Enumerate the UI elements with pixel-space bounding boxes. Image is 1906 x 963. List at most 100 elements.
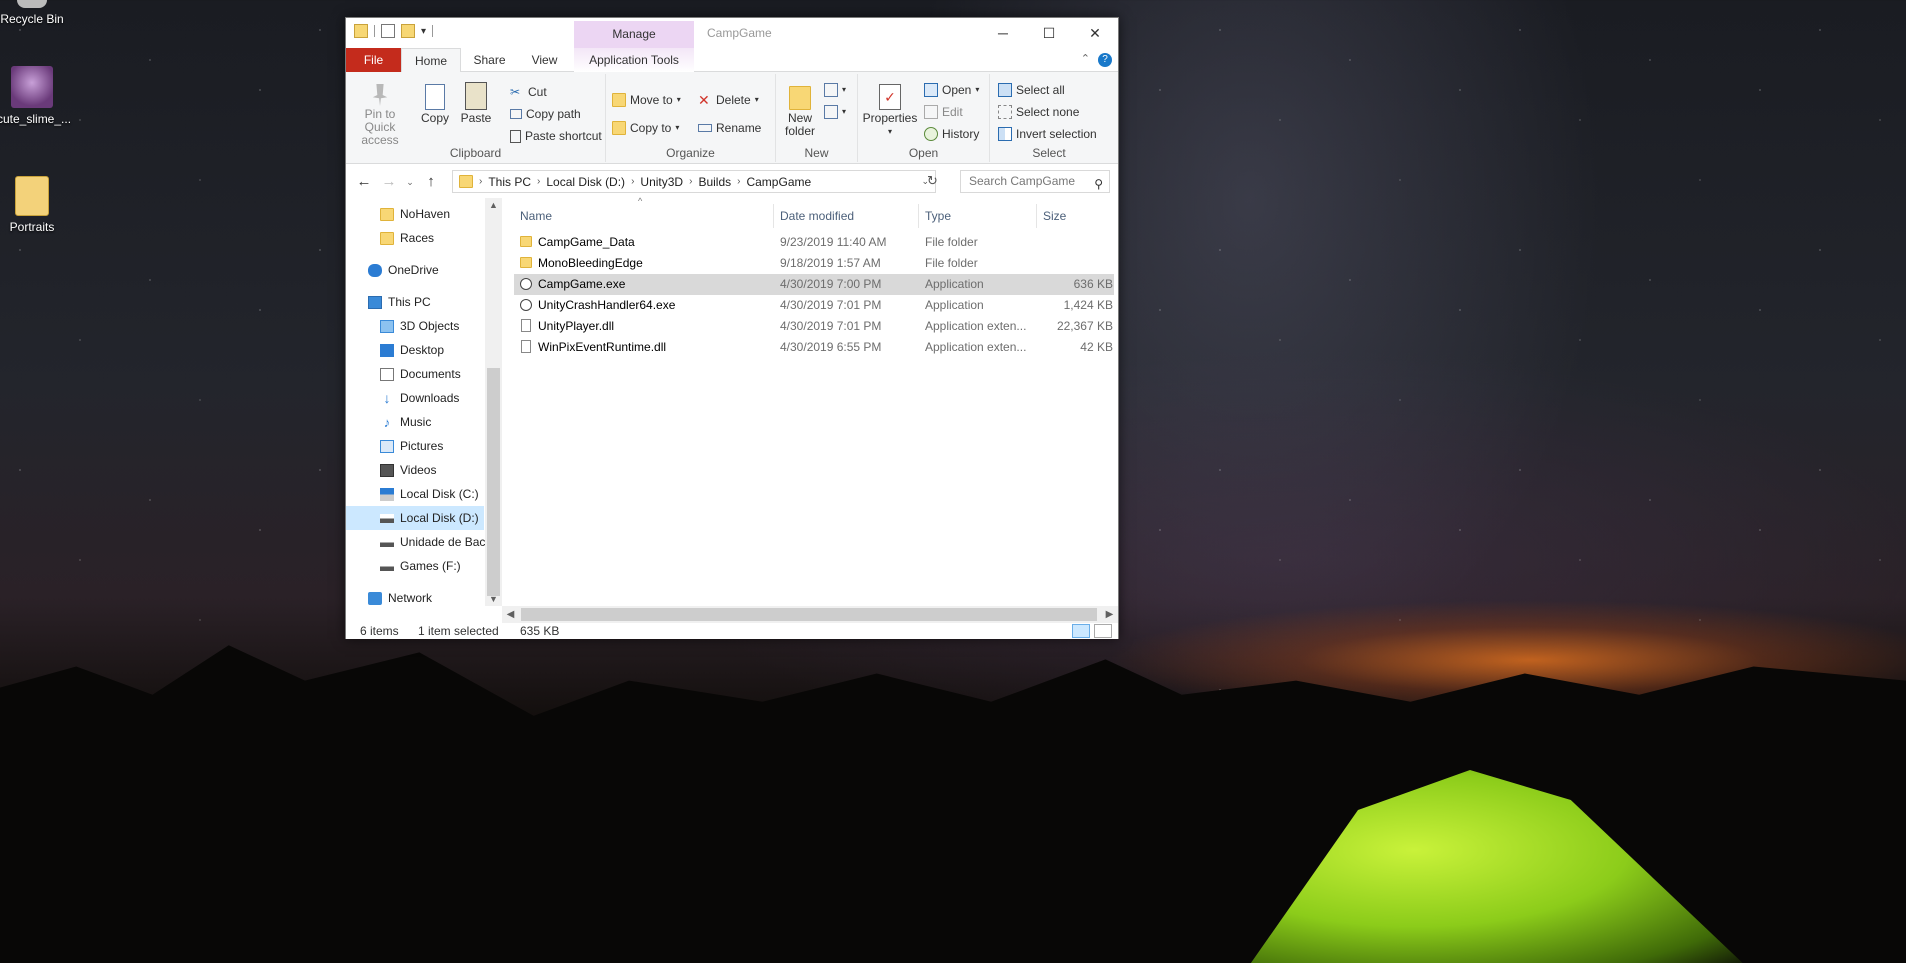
delete-button[interactable]: ✕ Delete ▾	[698, 90, 759, 110]
properties-icon[interactable]	[381, 24, 395, 38]
address-bar[interactable]: › This PC › Local Disk (D:) › Unity3D › …	[452, 170, 936, 193]
nav-item-3d-objects[interactable]: 3D Objects	[380, 314, 459, 338]
scroll-down-icon[interactable]: ▼	[485, 594, 502, 604]
file-row[interactable]: CampGame_Data 9/23/2019 11:40 AM File fo…	[514, 232, 1114, 253]
nav-item-label: Music	[400, 415, 432, 429]
copy-button[interactable]: Copy	[418, 78, 452, 125]
invert-selection-button[interactable]: Invert selection	[998, 124, 1097, 144]
copy-path-button[interactable]: Copy path	[510, 104, 581, 124]
select-none-icon	[998, 105, 1012, 119]
breadcrumb-builds[interactable]: Builds	[698, 175, 731, 189]
paste-button[interactable]: Paste	[458, 78, 494, 125]
nav-item-local-disk-c[interactable]: Local Disk (C:)	[380, 482, 479, 506]
nav-item-music[interactable]: ♪ Music	[380, 410, 432, 434]
properties-button[interactable]: ✓ Properties ▾	[862, 78, 918, 138]
pin-to-quick-access-button[interactable]: Pin to Quick access	[350, 78, 410, 147]
nav-item-downloads[interactable]: ↓ Downloads	[380, 386, 460, 410]
history-button[interactable]: History	[924, 124, 979, 144]
new-item-button[interactable]: ▾	[824, 80, 846, 100]
file-row[interactable]: MonoBleedingEdge 9/18/2019 1:57 AM File …	[514, 253, 1114, 274]
title-bar[interactable]: ▾ Manage CampGame ─ ☐ ✕	[346, 18, 1118, 48]
file-list[interactable]: ^ Name Date modified Type Size CampGame_…	[502, 196, 1118, 606]
up-arrow-icon[interactable]: ↑	[421, 172, 441, 192]
cut-button[interactable]: ✂ Cut	[510, 82, 547, 102]
column-header-name[interactable]: Name	[514, 204, 774, 228]
breadcrumb-unity3d[interactable]: Unity3D	[640, 175, 683, 189]
scroll-up-icon[interactable]: ▲	[485, 200, 502, 210]
nav-item-pictures[interactable]: Pictures	[380, 434, 443, 458]
folder-icon	[354, 24, 368, 38]
breadcrumb-campgame[interactable]: CampGame	[746, 175, 811, 189]
customize-toolbar-icon[interactable]: ▾	[421, 26, 426, 37]
select-all-button[interactable]: Select all	[998, 80, 1065, 100]
refresh-icon[interactable]: ↻	[927, 173, 938, 189]
nav-item-label: Races	[400, 231, 435, 245]
nav-item-this-pc[interactable]: This PC	[368, 290, 431, 314]
open-button[interactable]: Open ▾	[924, 80, 979, 100]
help-icon[interactable]: ?	[1098, 53, 1112, 67]
column-header-date-modified[interactable]: Date modified	[774, 204, 919, 228]
column-header-size[interactable]: Size	[1037, 204, 1117, 228]
nav-item-desktop[interactable]: Desktop	[380, 338, 444, 362]
forward-arrow-icon[interactable]: →	[379, 172, 399, 192]
copy-to-button[interactable]: Copy to ▾	[612, 118, 679, 138]
nav-item-races[interactable]: Races	[380, 226, 434, 250]
new-folder-icon[interactable]	[401, 24, 415, 38]
folder-icon	[520, 257, 532, 268]
group-open: ✓ Properties ▾ Open ▾ Edit History Open	[858, 74, 990, 162]
move-to-button[interactable]: Move to ▾	[612, 90, 681, 110]
tab-share[interactable]: Share	[462, 48, 517, 72]
paste-shortcut-button[interactable]: Paste shortcut	[510, 126, 602, 146]
large-icons-view-icon[interactable]	[1094, 624, 1112, 638]
nav-item-onedrive[interactable]: OneDrive	[368, 258, 439, 282]
column-header-type[interactable]: Type	[919, 204, 1037, 228]
collapse-ribbon-icon[interactable]: ⌃	[1081, 52, 1090, 65]
rename-button[interactable]: Rename	[698, 118, 761, 138]
maximize-button[interactable]: ☐	[1026, 18, 1072, 48]
tab-manage[interactable]: Manage	[574, 21, 694, 48]
tab-home[interactable]: Home	[401, 48, 461, 73]
tab-view[interactable]: View	[517, 48, 572, 72]
details-view-icon[interactable]	[1072, 624, 1090, 638]
file-type: File folder	[925, 235, 978, 249]
file-name: UnityPlayer.dll	[538, 319, 615, 333]
desktop-icon-portraits[interactable]: Portraits	[0, 176, 67, 234]
new-folder-button[interactable]: New folder	[782, 78, 818, 138]
tab-file[interactable]: File	[346, 48, 401, 72]
edit-button[interactable]: Edit	[924, 102, 963, 122]
nav-item-games-f[interactable]: Games (F:)	[380, 554, 461, 578]
file-row[interactable]: UnityCrashHandler64.exe 4/30/2019 7:01 P…	[514, 295, 1114, 316]
breadcrumb-this-pc[interactable]: This PC	[488, 175, 531, 189]
scroll-left-icon[interactable]: ◀	[502, 606, 519, 623]
easy-access-button[interactable]: ▾	[824, 102, 846, 122]
nav-item-videos[interactable]: Videos	[380, 458, 436, 482]
nav-item-label: Videos	[400, 463, 437, 477]
desktop-icon-label: Recycle Bin	[0, 12, 64, 26]
close-button[interactable]: ✕	[1072, 18, 1118, 48]
search-input[interactable]: Search CampGame ⚲	[960, 170, 1110, 193]
minimize-button[interactable]: ─	[980, 18, 1026, 48]
nav-item-documents[interactable]: Documents	[380, 362, 461, 386]
desktop-icon-recycle-bin[interactable]: Recycle Bin	[0, 0, 67, 26]
scrollbar-thumb[interactable]	[487, 368, 500, 596]
tab-application-tools[interactable]: Application Tools	[574, 48, 694, 72]
breadcrumb-local-disk-d[interactable]: Local Disk (D:)	[546, 175, 625, 189]
nav-item-unidade-de-backup[interactable]: Unidade de Back	[380, 530, 486, 554]
nav-item-nohaven[interactable]: NoHaven	[380, 202, 450, 226]
nav-scrollbar[interactable]: ▲ ▼	[485, 198, 502, 606]
recent-locations-icon[interactable]: ⌄	[400, 172, 420, 192]
back-arrow-icon[interactable]: ←	[354, 172, 374, 192]
nav-item-local-disk-d[interactable]: Local Disk (D:)	[346, 506, 484, 530]
scroll-right-icon[interactable]: ▶	[1101, 606, 1118, 623]
nav-item-label: Games (F:)	[400, 559, 461, 573]
select-none-button[interactable]: Select none	[998, 102, 1079, 122]
desktop-icon-cute-slime[interactable]: cute_slime_...	[0, 66, 71, 126]
file-row[interactable]: UnityPlayer.dll 4/30/2019 7:01 PM Applic…	[514, 316, 1114, 337]
properties-label: Properties	[862, 111, 918, 125]
file-row[interactable]: WinPixEventRuntime.dll 4/30/2019 6:55 PM…	[514, 337, 1114, 358]
file-list-scrollbar[interactable]: ◀ ▶	[502, 606, 1118, 623]
scrollbar-thumb[interactable]	[521, 608, 1097, 621]
navigation-pane[interactable]: NoHaven Races OneDrive This PC 3D Object…	[346, 198, 486, 606]
file-row[interactable]: CampGame.exe 4/30/2019 7:00 PM Applicati…	[514, 274, 1114, 295]
nav-item-network[interactable]: Network	[368, 586, 432, 606]
